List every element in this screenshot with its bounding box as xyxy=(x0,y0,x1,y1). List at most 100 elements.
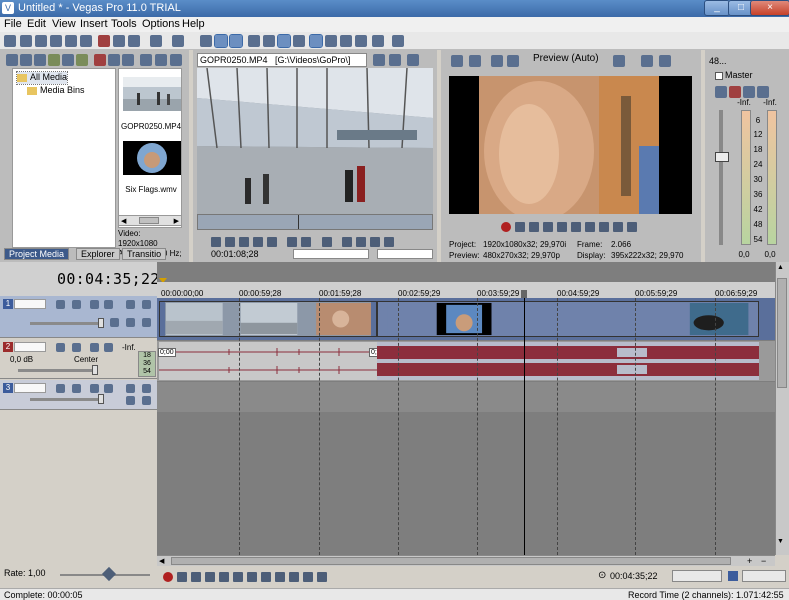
track-up-icon[interactable] xyxy=(126,318,135,327)
track-volume-knob[interactable] xyxy=(92,365,98,375)
play-from-start-icon[interactable] xyxy=(529,222,539,232)
import-media-icon[interactable] xyxy=(6,54,18,66)
motion-icon[interactable] xyxy=(72,300,81,309)
invert-phase-icon[interactable] xyxy=(72,343,81,352)
track-fx-icon[interactable] xyxy=(90,300,99,309)
preview-quality-icon[interactable] xyxy=(507,55,519,67)
track-name-field[interactable] xyxy=(14,342,46,352)
media-thumbnail-gopr[interactable] xyxy=(123,77,181,111)
prev-frame-icon[interactable] xyxy=(253,237,263,247)
record-icon[interactable] xyxy=(501,222,511,232)
enable-snapping-icon[interactable] xyxy=(200,35,212,47)
solo-icon[interactable] xyxy=(142,300,151,309)
add-to-timeline-icon[interactable] xyxy=(322,237,332,247)
time-ruler[interactable]: 00:00:00;00 00:00:59;28 00:01:59;28 00:0… xyxy=(157,282,775,298)
loop-region-icon[interactable] xyxy=(728,571,738,581)
cut-icon[interactable] xyxy=(98,35,110,47)
views-icon[interactable] xyxy=(155,54,167,66)
play-icon[interactable] xyxy=(543,222,553,232)
loop-playback-icon[interactable] xyxy=(177,572,187,582)
fit-to-fill-icon[interactable] xyxy=(370,237,380,247)
ripple-edit-icon[interactable] xyxy=(229,34,243,48)
pause-icon[interactable] xyxy=(219,572,229,582)
save-icon[interactable] xyxy=(35,35,47,47)
menu-tools[interactable]: Tools xyxy=(111,18,137,30)
go-to-start-icon[interactable] xyxy=(247,572,257,582)
timeline-empty-area[interactable] xyxy=(157,412,775,555)
gear-icon[interactable] xyxy=(104,300,113,309)
zoom-tool-icon[interactable] xyxy=(325,35,337,47)
media-thumbnail-sixflags[interactable] xyxy=(123,141,181,175)
render-icon[interactable] xyxy=(65,35,77,47)
trimmer-selection-field[interactable] xyxy=(293,249,369,259)
open-icon[interactable] xyxy=(20,35,32,47)
prev-frame-icon[interactable] xyxy=(275,572,285,582)
overlays-icon[interactable] xyxy=(613,55,625,67)
audio-clip-1[interactable] xyxy=(159,342,377,380)
next-frame-icon[interactable] xyxy=(289,572,299,582)
gear-icon[interactable] xyxy=(104,384,113,393)
record-icon[interactable] xyxy=(163,572,173,582)
stop-icon[interactable] xyxy=(571,222,581,232)
redo-icon[interactable] xyxy=(172,35,184,47)
remove-media-icon[interactable] xyxy=(94,54,106,66)
trimmer-length-field[interactable] xyxy=(377,249,433,259)
next-frame-icon[interactable] xyxy=(267,237,277,247)
slow-icon[interactable] xyxy=(303,572,313,582)
tab-project-media[interactable]: Project Media xyxy=(4,248,70,260)
tree-item-media-bins[interactable]: Media Bins xyxy=(27,85,85,97)
track-header-video-3[interactable]: 3 xyxy=(0,380,157,410)
track-header-audio-2[interactable]: 2 -Inf. 0,0 dB Center 18 36 54 xyxy=(0,339,157,379)
trimmer-settings-icon[interactable] xyxy=(384,237,394,247)
expand-icon[interactable] xyxy=(110,318,119,327)
trimmer-dropdown-icon[interactable] xyxy=(373,54,385,66)
playhead-cursor[interactable] xyxy=(524,298,525,555)
scroll-left-icon[interactable]: ◀ xyxy=(159,557,164,565)
video-clip-2[interactable] xyxy=(377,301,759,337)
go-to-end-icon[interactable] xyxy=(599,222,609,232)
preview-properties-icon[interactable] xyxy=(451,55,463,67)
scroll-right-icon[interactable]: ▶ xyxy=(174,217,179,225)
auto-crossfade-icon[interactable] xyxy=(214,34,228,48)
track-volume-slider[interactable] xyxy=(18,369,98,372)
media-fx-panel-icon[interactable] xyxy=(122,54,134,66)
zoom-out-icon[interactable]: − xyxy=(761,556,766,566)
rate-slider-knob[interactable] xyxy=(101,566,117,582)
copy-snapshot-icon[interactable] xyxy=(641,55,653,67)
pause-icon[interactable] xyxy=(557,222,567,232)
properties-icon[interactable] xyxy=(50,35,62,47)
menu-help[interactable]: Help xyxy=(182,18,205,30)
trimmer-timeline[interactable] xyxy=(197,214,433,230)
lock-envelope-icon[interactable] xyxy=(248,35,260,47)
menu-options[interactable]: Options xyxy=(142,18,180,30)
selection-length-field[interactable] xyxy=(672,570,722,582)
play-icon[interactable] xyxy=(205,572,215,582)
external-monitor-icon[interactable] xyxy=(469,55,481,67)
menu-insert[interactable]: Insert xyxy=(80,18,108,30)
go-to-end-icon[interactable] xyxy=(261,572,271,582)
edit-details-icon[interactable] xyxy=(340,35,352,47)
playhead-handle[interactable] xyxy=(521,290,527,298)
mute-icon[interactable] xyxy=(126,300,135,309)
capture-video-icon[interactable] xyxy=(20,54,32,66)
track-opacity-knob[interactable] xyxy=(98,318,104,328)
track-header-video-1[interactable]: 1 xyxy=(0,296,157,338)
track-fx-icon[interactable] xyxy=(90,384,99,393)
track-fx-icon[interactable] xyxy=(90,343,99,352)
composite-mode-icon[interactable] xyxy=(56,300,65,309)
undo-icon[interactable] xyxy=(150,35,162,47)
solo-icon[interactable] xyxy=(142,384,151,393)
video-track-3-lane[interactable] xyxy=(157,382,775,412)
minimize-button[interactable]: _ xyxy=(704,0,730,16)
zoom-in-icon[interactable]: + xyxy=(747,556,752,566)
audio-clip-2[interactable] xyxy=(377,342,759,380)
scroll-thumb[interactable] xyxy=(139,217,159,224)
track-opacity-knob[interactable] xyxy=(98,394,104,404)
scroll-left-icon[interactable]: ◀ xyxy=(121,217,126,225)
get-media-icon[interactable] xyxy=(34,54,46,66)
track-name-field[interactable] xyxy=(14,299,46,309)
master-solo-icon[interactable] xyxy=(757,86,769,98)
master-properties-icon[interactable] xyxy=(715,72,723,80)
go-to-start-icon[interactable] xyxy=(585,222,595,232)
mute-icon[interactable] xyxy=(126,384,135,393)
